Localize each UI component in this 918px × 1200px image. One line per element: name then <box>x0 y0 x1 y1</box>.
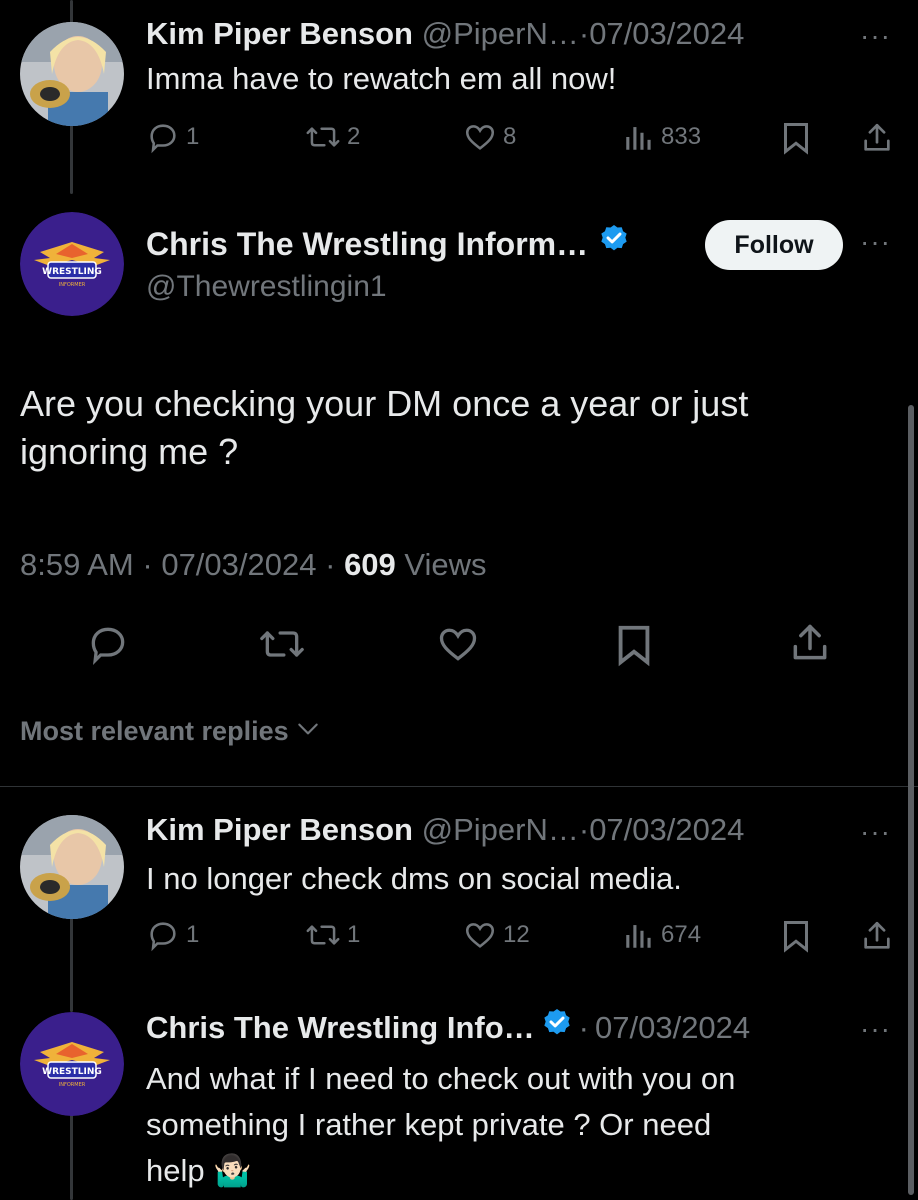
more-icon[interactable]: ··· <box>860 818 891 846</box>
author-name[interactable]: Chris The Wrestling Info… <box>146 1008 535 1048</box>
reply-count: 1 <box>186 921 200 948</box>
svg-text:INFORMER: INFORMER <box>59 1082 86 1088</box>
share-icon <box>788 620 832 666</box>
views-count: 833 <box>661 123 702 150</box>
retweet-button[interactable] <box>258 622 306 666</box>
separator: · <box>578 1010 589 1045</box>
more-icon[interactable]: ··· <box>860 1015 891 1043</box>
views-button[interactable]: 833 <box>623 120 701 154</box>
more-icon[interactable]: ··· <box>860 228 891 256</box>
retweet-icon <box>305 120 341 154</box>
bookmark-button[interactable] <box>781 120 811 156</box>
bookmark-button[interactable] <box>781 918 811 954</box>
author-handle[interactable]: @PiperN… <box>422 812 579 847</box>
views-count: 674 <box>661 921 702 948</box>
retweet-icon <box>305 918 341 952</box>
retweet-button[interactable]: 1 <box>305 918 360 952</box>
more-icon[interactable]: ··· <box>860 22 891 50</box>
retweet-icon <box>258 622 306 666</box>
avatar[interactable] <box>20 22 124 126</box>
tweet-text-line: help 🤷🏻‍♂️ <box>146 1153 252 1188</box>
replies-sort-label: Most relevant replies <box>20 716 289 746</box>
avatar[interactable] <box>20 815 124 919</box>
views-label[interactable]: Views <box>404 547 486 582</box>
author-handle[interactable]: @Thewrestlingin1 <box>146 268 387 306</box>
bookmark-icon <box>781 918 811 954</box>
retweet-count: 1 <box>347 921 361 948</box>
like-icon <box>463 918 497 952</box>
separator: · <box>142 547 153 582</box>
share-icon <box>860 918 894 954</box>
divider <box>0 786 918 787</box>
avatar[interactable]: WRESTLING INFORMER <box>20 212 124 316</box>
scrollbar[interactable] <box>908 405 914 1195</box>
verified-icon <box>598 223 630 264</box>
author-name[interactable]: Chris The Wrestling Inform… <box>146 224 588 264</box>
replies-sort-dropdown[interactable]: Most relevant replies <box>20 716 321 747</box>
views-button[interactable]: 674 <box>623 918 701 952</box>
reply-icon <box>146 918 180 952</box>
separator: · <box>325 547 336 582</box>
author-handle[interactable]: @PiperN… <box>422 16 579 51</box>
share-button[interactable] <box>860 918 894 954</box>
reply-button[interactable]: 1 <box>146 918 199 952</box>
bookmark-button[interactable] <box>614 622 654 668</box>
chevron-down-icon <box>295 716 321 747</box>
tweet-date[interactable]: 07/03/2024 <box>589 812 744 847</box>
author-name[interactable]: Kim Piper Benson <box>146 16 413 51</box>
svg-text:WRESTLING: WRESTLING <box>42 267 102 277</box>
share-button[interactable] <box>860 120 894 156</box>
views-icon <box>623 120 655 154</box>
tweet-date[interactable]: 07/03/2024 <box>595 1008 750 1048</box>
svg-text:INFORMER: INFORMER <box>59 282 86 288</box>
separator: · <box>578 16 590 51</box>
tweet-time[interactable]: 8:59 AM <box>20 547 134 582</box>
bookmark-icon <box>614 622 654 668</box>
like-button[interactable] <box>436 622 480 666</box>
reply-icon <box>86 622 130 666</box>
verified-icon <box>541 1007 573 1049</box>
share-icon <box>860 120 894 156</box>
tweet-text: Imma have to rewatch em all now! <box>146 61 617 96</box>
reply-button[interactable]: 1 <box>146 120 199 154</box>
separator: · <box>578 812 590 847</box>
views-count[interactable]: 609 <box>344 547 396 582</box>
tweet-date[interactable]: 07/03/2024 <box>161 547 316 582</box>
tweet-text-line: And what if I need to check out with you… <box>146 1061 736 1096</box>
tweet-text-line: something I rather kept private ? Or nee… <box>146 1107 712 1142</box>
reply-button[interactable] <box>86 622 130 666</box>
follow-button[interactable]: Follow <box>705 220 843 270</box>
tweet-text-line: Are you checking your DM once a year or … <box>20 383 749 424</box>
tweet-text: And what if I need to check out with you… <box>146 1056 735 1194</box>
tweet-text-line: ignoring me ? <box>20 431 239 472</box>
svg-text:WRESTLING: WRESTLING <box>42 1067 102 1077</box>
bookmark-icon <box>781 120 811 156</box>
views-icon <box>623 918 655 952</box>
tweet-text: I no longer check dms on social media. <box>146 861 682 896</box>
retweet-count: 2 <box>347 123 361 150</box>
like-icon <box>436 622 480 666</box>
like-button[interactable]: 8 <box>463 120 516 154</box>
like-count: 12 <box>503 921 530 948</box>
tweet-text: Are you checking your DM once a year or … <box>20 380 748 476</box>
like-count: 8 <box>503 123 517 150</box>
tweet-date[interactable]: 07/03/2024 <box>589 16 744 51</box>
author-name[interactable]: Kim Piper Benson <box>146 812 413 847</box>
retweet-button[interactable]: 2 <box>305 120 360 154</box>
reply-count: 1 <box>186 123 200 150</box>
avatar[interactable]: WRESTLING INFORMER <box>20 1012 124 1116</box>
like-button[interactable]: 12 <box>463 918 530 952</box>
reply-icon <box>146 120 180 154</box>
like-icon <box>463 120 497 154</box>
thread-line <box>70 910 73 1012</box>
thread-line <box>70 124 73 194</box>
share-button[interactable] <box>788 620 832 666</box>
